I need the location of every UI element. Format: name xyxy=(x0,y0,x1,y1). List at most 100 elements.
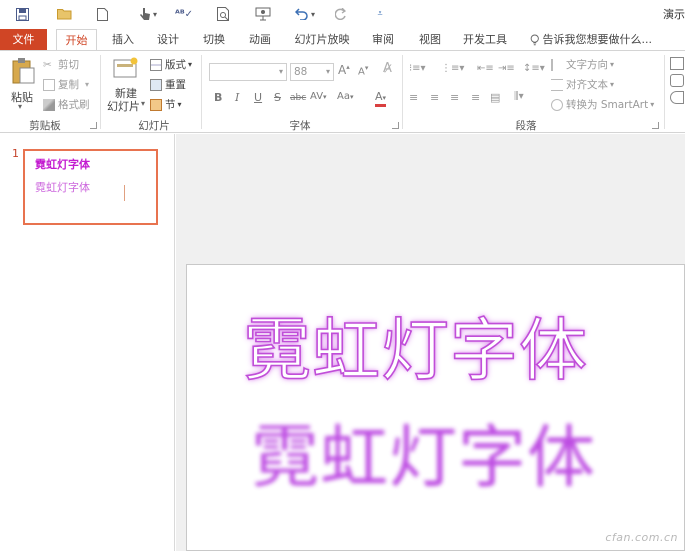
window-title: 演示 xyxy=(663,8,685,21)
copy-dropdown-icon: ▾ xyxy=(85,80,90,89)
print-preview-icon[interactable] xyxy=(215,5,231,23)
slide-thumbnail[interactable]: 霓虹灯字体 霓虹灯字体 xyxy=(23,149,158,225)
textbox-shape-icon xyxy=(670,57,684,70)
tab-insert[interactable]: 插入 xyxy=(105,29,141,50)
save-icon[interactable] xyxy=(13,5,31,23)
distributed-icon[interactable]: ▤ xyxy=(490,91,500,104)
tab-review[interactable]: 审阅 xyxy=(365,29,401,50)
new-slide-label-2: 幻灯片 xyxy=(107,100,140,113)
reset-icon xyxy=(150,78,162,91)
font-size-value: 88 xyxy=(294,66,308,78)
thumbnail-text-1: 霓虹灯字体 xyxy=(35,158,90,171)
font-name-combo[interactable]: ▾ xyxy=(209,63,287,81)
reset-button[interactable]: 重置 xyxy=(150,77,186,92)
increase-indent-icon[interactable]: ⇥≡ xyxy=(498,63,515,74)
font-color-glyph: A xyxy=(375,90,383,103)
new-document-icon[interactable] xyxy=(94,5,110,23)
tab-home[interactable]: 开始 xyxy=(56,29,97,51)
character-spacing-button[interactable]: AV▾ xyxy=(310,91,327,102)
slide-canvas[interactable]: 霓虹灯字体 霓虹灯字体 cfan.com.cn xyxy=(186,264,685,551)
align-text-icon xyxy=(551,78,563,91)
group-divider xyxy=(201,55,202,129)
layout-button[interactable]: 版式 ▾ xyxy=(150,57,192,72)
character-spacing-glyph: AV xyxy=(310,91,324,102)
font-size-combo[interactable]: 88 ▾ xyxy=(290,63,334,81)
tab-file[interactable]: 文件 xyxy=(0,29,47,50)
clipboard-launcher-icon[interactable] xyxy=(90,122,97,129)
neon-outline-text[interactable]: 霓虹灯字体 xyxy=(242,295,588,394)
paragraph-launcher-icon[interactable] xyxy=(652,122,659,129)
neon-glow-text[interactable]: 霓虹灯字体 xyxy=(251,402,596,501)
text-direction-button[interactable]: 文字方向 ▾ xyxy=(551,57,614,72)
grow-font-button[interactable]: A▴ xyxy=(338,63,350,77)
tab-transitions[interactable]: 切换 xyxy=(196,29,232,50)
cut-button[interactable]: ✂ 剪切 xyxy=(43,57,79,72)
paragraph-group-label: 段落 xyxy=(515,120,537,132)
new-slide-dropdown-icon: ▾ xyxy=(141,99,146,108)
bold-button[interactable]: B xyxy=(214,91,222,104)
italic-button[interactable]: I xyxy=(235,91,239,104)
convert-smartart-button[interactable]: 转换为 SmartArt ▾ xyxy=(551,97,654,112)
section-dropdown-icon: ▾ xyxy=(177,100,182,109)
tab-developer[interactable]: 开发工具 xyxy=(460,29,510,50)
text-direction-label: 文字方向 xyxy=(566,59,608,71)
text-cursor xyxy=(124,185,125,201)
font-launcher-icon[interactable] xyxy=(392,122,399,129)
justify-icon[interactable]: ≡ xyxy=(471,91,480,104)
text-shadow-button[interactable]: abc xyxy=(290,93,306,103)
align-center-icon[interactable]: ≡ xyxy=(430,91,439,104)
smartart-dropdown-icon: ▾ xyxy=(650,100,655,109)
rounded-rect-shape-icon xyxy=(670,74,684,87)
section-button[interactable]: 节 ▾ xyxy=(150,97,182,112)
align-left-icon[interactable]: ≡ xyxy=(409,91,418,104)
curved-shape-icon xyxy=(670,91,684,104)
align-text-button[interactable]: 对齐文本 ▾ xyxy=(551,77,614,92)
new-slide-button[interactable]: 新建 幻灯片 ▾ xyxy=(105,55,147,113)
quick-access-toolbar: ▾ ᴬᴮ✓ ▾ ⩡ 演示 xyxy=(0,0,685,29)
copy-button[interactable]: 复制 ▾ xyxy=(43,77,89,92)
bullets-icon[interactable]: ⁝≡▾ xyxy=(409,63,426,74)
layout-dropdown-icon: ▾ xyxy=(188,60,193,69)
thumbnail-text-2: 霓虹灯字体 xyxy=(35,181,90,194)
touch-mode-icon[interactable]: ▾ xyxy=(135,5,161,23)
watermark: cfan.com.cn xyxy=(605,531,678,544)
tab-design[interactable]: 设计 xyxy=(150,29,186,50)
columns-icon[interactable]: ⫼▾ xyxy=(514,91,524,102)
grow-font-glyph: A xyxy=(338,63,347,77)
tab-animations[interactable]: 动画 xyxy=(242,29,278,50)
tab-view[interactable]: 视图 xyxy=(412,29,448,50)
align-text-label: 对齐文本 xyxy=(566,79,608,91)
shapes-gallery[interactable] xyxy=(670,57,685,117)
font-name-dropdown-icon: ▾ xyxy=(278,67,283,76)
tell-me-box[interactable]: 告诉我您想要做什么... xyxy=(530,29,652,50)
ribbon-home: 粘贴 ▾ ✂ 剪切 复制 ▾ 格式刷 剪贴板 新建 幻灯片 ▾ 版式 ▾ 重置 节 ▾ … xyxy=(0,50,685,133)
presentation-icon[interactable] xyxy=(254,5,272,23)
customize-qat-icon[interactable]: ⩡ xyxy=(374,5,386,23)
numbering-icon[interactable]: ⋮≡▾ xyxy=(441,63,464,74)
section-icon xyxy=(150,98,162,111)
scissors-icon: ✂ xyxy=(43,58,52,71)
format-painter-label: 格式刷 xyxy=(58,99,90,111)
decrease-indent-icon[interactable]: ⇤≡ xyxy=(477,63,494,74)
strikethrough-button[interactable]: S xyxy=(274,91,281,104)
font-color-button[interactable]: A▾ xyxy=(375,90,387,107)
shrink-font-button[interactable]: A▾ xyxy=(358,64,368,77)
spelling-check-icon[interactable]: ᴬᴮ✓ xyxy=(175,5,193,23)
tell-me-text: 告诉我您想要做什么... xyxy=(542,33,653,46)
line-spacing-icon[interactable]: ↕≡▾ xyxy=(523,63,545,74)
tab-slideshow[interactable]: 幻灯片放映 xyxy=(292,29,352,50)
copy-icon xyxy=(43,78,55,91)
change-case-button[interactable]: Aa▾ xyxy=(337,91,353,102)
paste-button[interactable]: 粘贴 ▾ xyxy=(8,57,38,111)
redo-icon[interactable] xyxy=(333,5,349,23)
undo-icon[interactable]: ▾ xyxy=(292,5,318,23)
open-folder-icon[interactable] xyxy=(55,5,73,23)
underline-button[interactable]: U xyxy=(254,91,262,104)
align-right-icon[interactable]: ≡ xyxy=(450,91,459,104)
align-text-dropdown-icon: ▾ xyxy=(610,80,615,89)
clear-formatting-icon[interactable]: A̷ xyxy=(383,61,392,76)
convert-smartart-label: 转换为 SmartArt xyxy=(566,99,649,111)
format-painter-button[interactable]: 格式刷 xyxy=(43,97,90,112)
layout-icon xyxy=(150,58,162,71)
layout-label: 版式 xyxy=(165,59,186,71)
